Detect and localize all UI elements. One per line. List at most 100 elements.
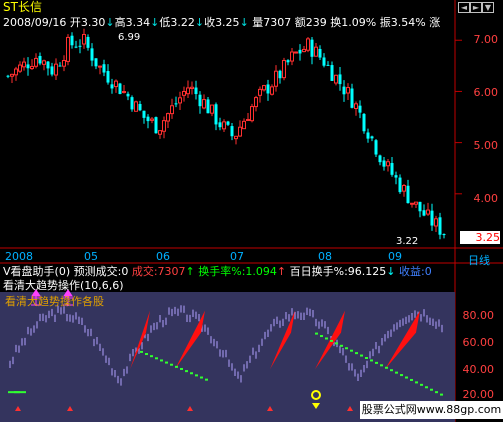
candle-body bbox=[214, 104, 218, 125]
candle-body bbox=[314, 46, 318, 57]
price-tick-7: 7.00 bbox=[473, 33, 499, 46]
osc-tick-20: 20.00 bbox=[462, 388, 495, 401]
signal-dot bbox=[160, 359, 163, 362]
candlestick-group bbox=[6, 28, 446, 240]
signal-dot bbox=[195, 374, 198, 377]
signal-dot bbox=[200, 376, 203, 379]
candle-body bbox=[138, 103, 142, 111]
candle-body bbox=[218, 122, 222, 128]
candle-body bbox=[114, 80, 118, 88]
candle-body bbox=[366, 132, 370, 139]
date-tick-05: 05 bbox=[84, 250, 98, 263]
candle-body bbox=[230, 126, 234, 137]
candle-body bbox=[58, 65, 62, 67]
candle-body bbox=[26, 64, 30, 69]
signal-dot bbox=[440, 393, 443, 396]
candle-body bbox=[154, 117, 158, 134]
indicator1-name[interactable]: V看盘助手 bbox=[3, 265, 55, 278]
date-tick-2008: 2008 bbox=[5, 250, 33, 263]
signal-dot bbox=[425, 386, 428, 389]
indicator1-line: V看盘助手(0) 预测成交:0 成交:7307↑ 换手率%:1.094↑ 百日换… bbox=[3, 265, 432, 278]
signal-dot bbox=[175, 365, 178, 368]
chart-canvas[interactable] bbox=[0, 0, 503, 422]
candle-body bbox=[270, 86, 274, 95]
candle-body bbox=[438, 217, 442, 235]
candle-body bbox=[158, 130, 162, 135]
indicator2-name[interactable]: 看清大趋势操作 bbox=[3, 279, 80, 292]
signal-dot bbox=[385, 366, 388, 369]
candle-body bbox=[178, 97, 182, 104]
candle-body bbox=[418, 201, 422, 212]
candle-body bbox=[430, 210, 434, 226]
candle-body bbox=[310, 39, 314, 57]
candle-body bbox=[186, 87, 190, 95]
candle-body bbox=[126, 93, 130, 97]
signal-dot bbox=[330, 339, 333, 342]
candle-body bbox=[102, 64, 106, 73]
watermark: 股票公式网www.88gp.com bbox=[360, 401, 503, 419]
signal-dot bbox=[335, 342, 338, 345]
candle-body bbox=[46, 61, 50, 69]
indicator2-line: 看清大趋势操作(10,6,6) bbox=[3, 279, 124, 292]
signal-dot bbox=[365, 357, 368, 359]
candle-body bbox=[74, 46, 78, 48]
candle-body bbox=[318, 48, 322, 58]
candle-body bbox=[258, 88, 262, 96]
candle-body bbox=[254, 97, 258, 108]
candle-body bbox=[442, 234, 446, 236]
candle-body bbox=[362, 113, 366, 132]
signal-dot bbox=[410, 378, 413, 381]
signal-dot bbox=[435, 391, 438, 394]
candle-body bbox=[162, 120, 166, 132]
signal-dot bbox=[150, 355, 153, 358]
low-mark-label: 3.22 bbox=[396, 236, 419, 247]
period-selector[interactable]: 日线 bbox=[468, 252, 490, 268]
candle-body bbox=[342, 86, 346, 95]
candle-body bbox=[206, 99, 210, 114]
candle-body bbox=[250, 106, 254, 122]
candle-body bbox=[194, 87, 198, 95]
candle-body bbox=[234, 135, 238, 140]
candle-body bbox=[374, 140, 378, 155]
price-tick-4: 4.00 bbox=[473, 192, 499, 205]
signal-dot bbox=[415, 381, 418, 384]
signal-dot bbox=[165, 361, 168, 364]
high-mark-label: 6.99 bbox=[118, 32, 141, 43]
candle-body bbox=[182, 91, 186, 96]
signal-dot bbox=[420, 383, 423, 386]
signal-dot bbox=[205, 378, 208, 381]
candle-body bbox=[334, 74, 338, 84]
signal-dot bbox=[355, 352, 358, 355]
osc-tick-80: 80.00 bbox=[462, 309, 495, 322]
signal-dot bbox=[155, 357, 158, 360]
candle-body bbox=[262, 85, 266, 91]
signal-dot bbox=[170, 363, 173, 366]
signal-dot bbox=[14, 391, 26, 394]
candle-body bbox=[246, 119, 250, 122]
date-tick-07: 07 bbox=[230, 250, 244, 263]
date-tick-06: 06 bbox=[156, 250, 170, 263]
candle-body bbox=[394, 175, 398, 178]
signal-dot bbox=[145, 353, 148, 356]
signal-dot bbox=[380, 364, 383, 367]
date-tick-08: 08 bbox=[318, 250, 332, 263]
candle-body bbox=[266, 84, 270, 94]
candle-body bbox=[106, 71, 110, 83]
candle-body bbox=[110, 84, 114, 89]
candle-body bbox=[14, 68, 18, 76]
signal-dot bbox=[350, 349, 353, 352]
candle-body bbox=[198, 94, 202, 107]
candle-body bbox=[90, 48, 94, 61]
signal-dot bbox=[185, 370, 188, 373]
candle-body bbox=[278, 70, 282, 79]
signal-dot bbox=[395, 371, 398, 374]
signal-dot bbox=[340, 344, 343, 347]
candle-body bbox=[242, 120, 246, 130]
candle-body bbox=[338, 74, 342, 85]
date-tick-09: 09 bbox=[388, 250, 402, 263]
candle-body bbox=[174, 103, 178, 105]
signal-dot bbox=[190, 372, 193, 375]
candle-body bbox=[142, 110, 146, 118]
candle-body bbox=[134, 101, 138, 112]
candle-body bbox=[78, 45, 82, 47]
